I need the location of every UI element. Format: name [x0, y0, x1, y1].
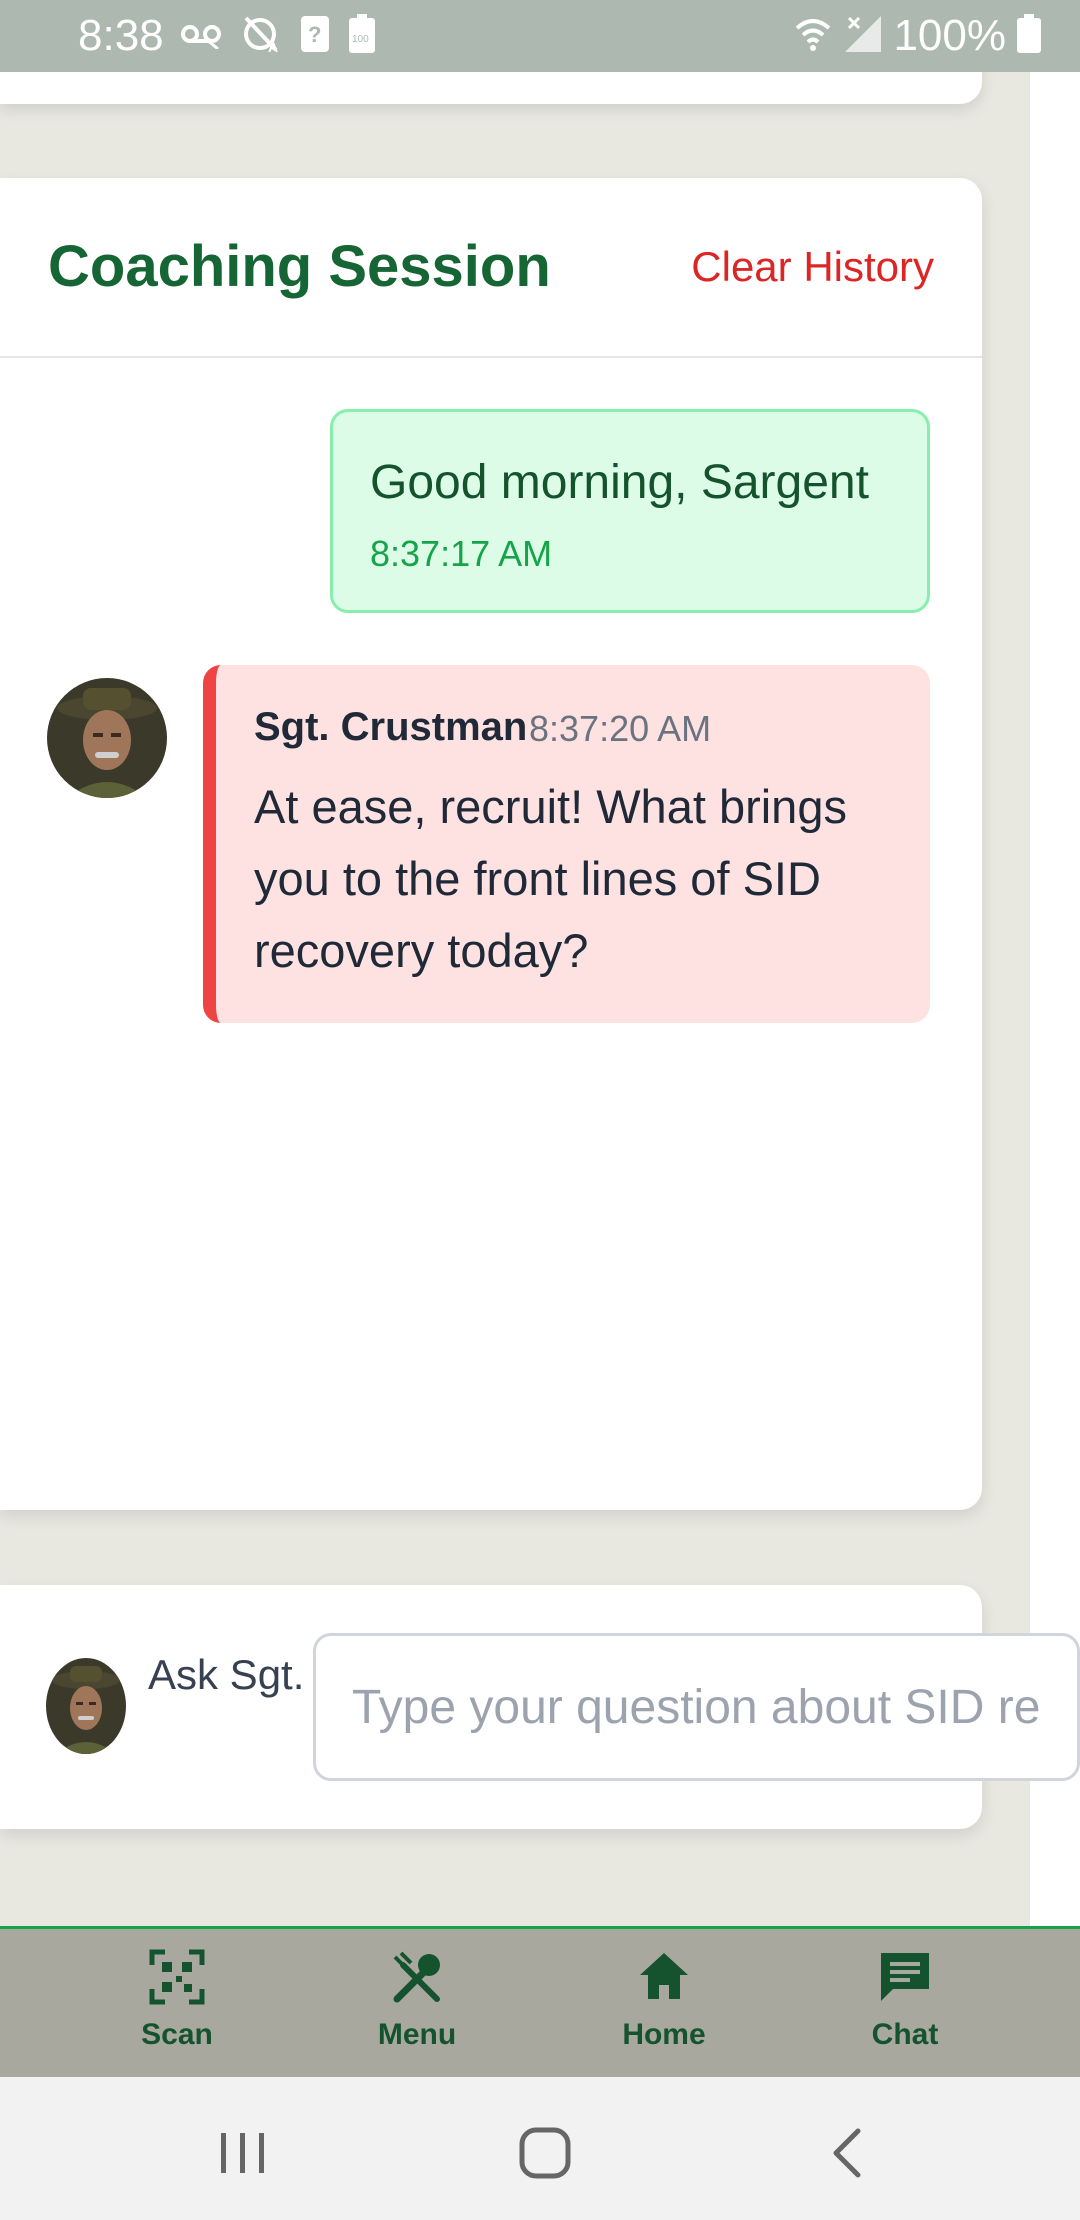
back-chevron-icon	[833, 2128, 861, 2178]
status-time: 8:38	[78, 11, 164, 60]
utensils-icon	[389, 1949, 445, 2005]
coaching-session-card: Coaching Session Clear History Good morn…	[0, 178, 982, 1510]
alarm-off-icon: A	[242, 14, 282, 59]
nav-item-chat[interactable]: Chat	[825, 1949, 985, 2059]
nav-item-menu[interactable]: Menu	[337, 1949, 497, 2059]
voicemail-icon	[180, 19, 224, 54]
coaching-title: Coaching Session	[48, 234, 551, 299]
bot-message-bubble: Sgt. Crustman 8:37:20 AM At ease, recrui…	[203, 665, 930, 1023]
home-circle-icon	[519, 2127, 571, 2179]
nav-item-home[interactable]: Home	[584, 1949, 744, 2059]
unknown-notification-icon: ?	[300, 15, 330, 58]
status-notification-icons: A ? 100	[180, 13, 376, 59]
home-system-button[interactable]	[505, 2113, 585, 2193]
battery-saver-icon: 100	[348, 13, 376, 59]
battery-icon	[1016, 13, 1042, 59]
user-message-text: Good morning, Sargent	[370, 456, 869, 509]
system-navigation-bar	[0, 2077, 1080, 2220]
nav-label-chat: Chat	[871, 2018, 939, 2051]
no-signal-icon	[843, 14, 883, 59]
nav-label-scan: Scan	[141, 2018, 213, 2051]
sergeant-avatar	[47, 678, 167, 798]
divider	[0, 356, 982, 358]
bot-sender-name: Sgt. Crustman	[254, 705, 528, 749]
status-bar: 8:38 A ? 100 100%	[0, 0, 1080, 72]
bot-message-text: At ease, recruit! What brings you to the…	[254, 780, 847, 977]
nav-label-menu: Menu	[377, 2018, 457, 2051]
ask-label: Ask Sgt. Crustman	[148, 1651, 328, 1698]
wifi-icon	[793, 14, 833, 59]
question-input[interactable]	[313, 1633, 1080, 1781]
home-icon	[636, 1949, 692, 2005]
svg-text:100: 100	[352, 34, 369, 45]
ask-card: Ask Sgt. Crustman	[0, 1585, 1080, 1829]
clear-history-button[interactable]: Clear History	[691, 242, 934, 292]
nav-item-scan[interactable]: Scan	[97, 1949, 257, 2059]
battery-percent: 100%	[893, 11, 1006, 60]
back-button[interactable]	[808, 2113, 888, 2193]
bottom-nav: Scan Menu Home Chat	[0, 1926, 1080, 2077]
qr-scan-icon	[149, 1949, 205, 2005]
recent-apps-icon	[221, 2133, 264, 2173]
bot-message-time: 8:37:20 AM	[529, 708, 712, 749]
user-message-bubble: Good morning, Sargent 8:37:17 AM	[330, 409, 930, 613]
sergeant-avatar-small	[46, 1658, 126, 1754]
nav-label-home: Home	[622, 2018, 706, 2051]
status-system-icons: 100%	[793, 12, 1042, 60]
user-message-time: 8:37:17 AM	[370, 533, 553, 574]
recent-apps-button[interactable]	[203, 2113, 283, 2193]
chat-icon	[877, 1949, 933, 2005]
svg-text:A: A	[268, 39, 278, 54]
app-screen: 8:38 A ? 100 100% Coaching Session Clear…	[0, 0, 1080, 2220]
svg-text:?: ?	[308, 22, 321, 47]
